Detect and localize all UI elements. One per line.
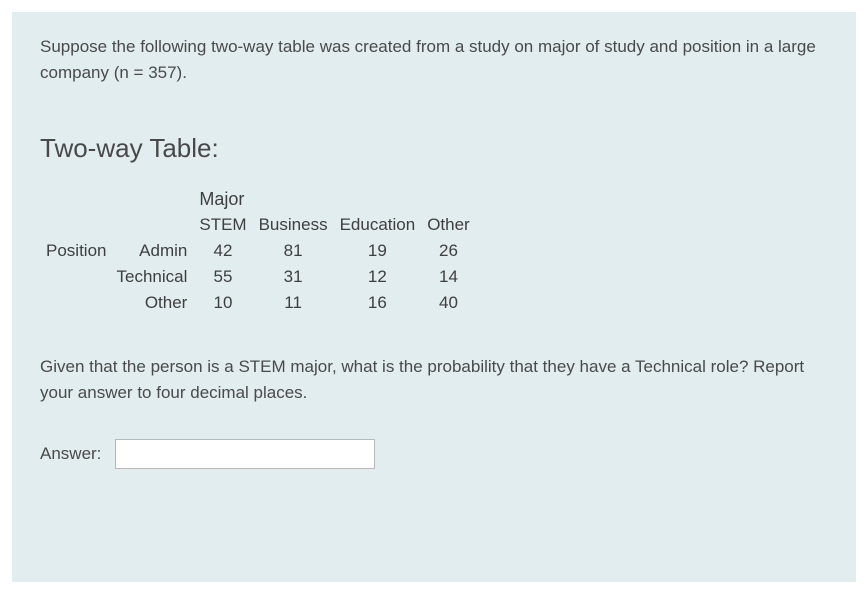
cell-value: 55 xyxy=(193,264,252,290)
row-label-admin: Admin xyxy=(110,238,193,264)
answer-row: Answer: xyxy=(40,439,828,469)
cell-value: 42 xyxy=(193,238,252,264)
question-intro-text: Suppose the following two-way table was … xyxy=(40,34,828,85)
col-header-stem: STEM xyxy=(193,212,252,238)
cell-value: 26 xyxy=(421,238,476,264)
cell-value: 12 xyxy=(334,264,422,290)
cell-value: 14 xyxy=(421,264,476,290)
table-heading: Two-way Table: xyxy=(40,133,828,164)
table-column-header-row: STEM Business Education Other xyxy=(40,212,476,238)
col-header-education: Education xyxy=(334,212,422,238)
table-row: Technical 55 31 12 14 xyxy=(40,264,476,290)
cell-value: 10 xyxy=(193,290,252,316)
cell-value: 16 xyxy=(334,290,422,316)
cell-value: 40 xyxy=(421,290,476,316)
cell-value: 19 xyxy=(334,238,422,264)
cell-value: 11 xyxy=(253,290,334,316)
table-row: Other 10 11 16 40 xyxy=(40,290,476,316)
row-label-technical: Technical xyxy=(110,264,193,290)
question-panel: Suppose the following two-way table was … xyxy=(12,12,856,582)
cell-value: 81 xyxy=(253,238,334,264)
major-group-header: Major xyxy=(193,186,475,212)
cell-value: 31 xyxy=(253,264,334,290)
answer-label: Answer: xyxy=(40,444,101,464)
two-way-table: Major STEM Business Education Other Posi… xyxy=(40,186,476,316)
table-top-header-row: Major xyxy=(40,186,476,212)
position-group-header: Position xyxy=(40,238,110,264)
col-header-other: Other xyxy=(421,212,476,238)
table-row: Position Admin 42 81 19 26 xyxy=(40,238,476,264)
question-followup-text: Given that the person is a STEM major, w… xyxy=(40,354,828,405)
col-header-business: Business xyxy=(253,212,334,238)
answer-input[interactable] xyxy=(115,439,375,469)
row-label-other: Other xyxy=(110,290,193,316)
